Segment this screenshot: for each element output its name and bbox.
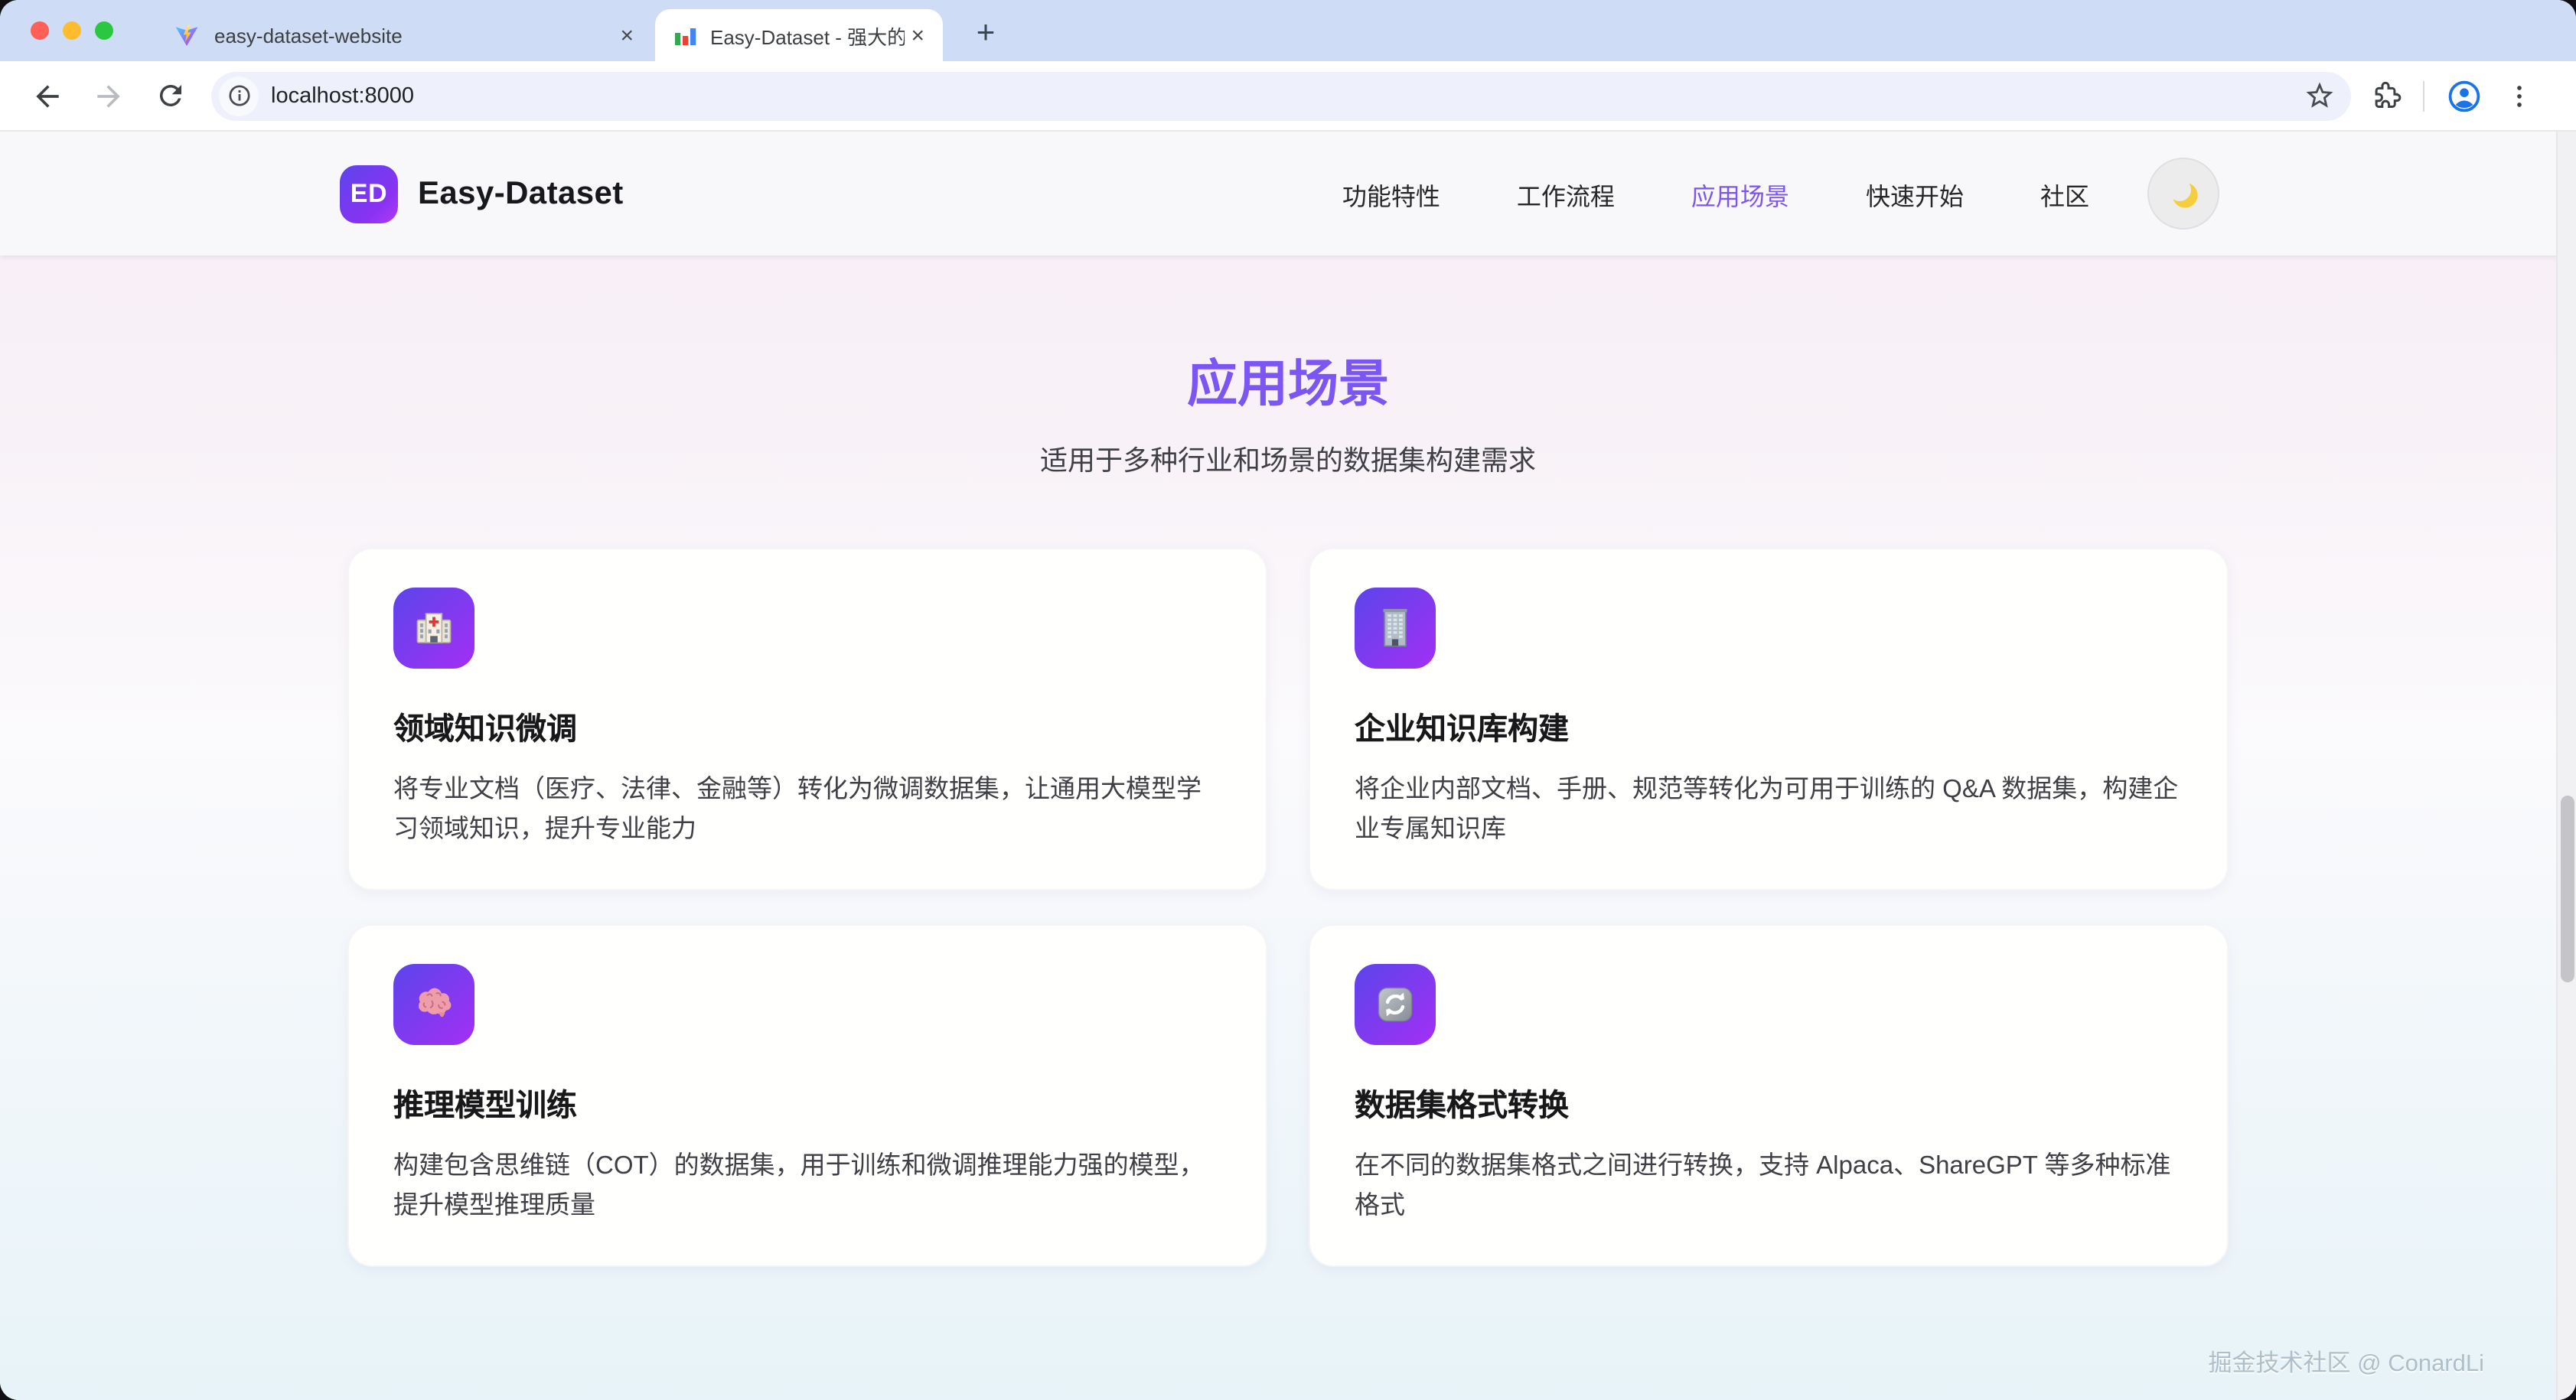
zoom-window-button[interactable]: [95, 21, 113, 40]
extensions-puzzle-icon[interactable]: [2369, 80, 2402, 112]
card-title: 企业知识库构建: [1355, 704, 2183, 748]
traffic-lights: [31, 21, 113, 40]
bookmark-star-icon[interactable]: [2304, 80, 2336, 112]
nav-item-use-cases[interactable]: 应用场景: [1691, 175, 1789, 212]
nav-item-features[interactable]: 功能特性: [1342, 175, 1440, 212]
card-title: 领域知识微调: [393, 704, 1221, 748]
browser-tab-easy-dataset-active[interactable]: Easy-Dataset - 强大的大语言模 ×: [655, 9, 943, 61]
logo-monogram-tile: ED: [340, 164, 398, 223]
refresh-icon: [1371, 981, 1419, 1028]
brain-icon: [410, 981, 458, 1028]
vite-icon: [174, 23, 199, 47]
url-text: localhost:8000: [271, 83, 2304, 108]
use-cases-section: 应用场景 适用于多种行业和场景的数据集构建需求: [0, 256, 2576, 479]
card-description: 在不同的数据集格式之间进行转换，支持 Alpaca、ShareGPT 等多种标准…: [1355, 1146, 2183, 1227]
main-nav: 功能特性 工作流程 应用场景 快速开始 社区: [1342, 175, 2089, 212]
watermark-text: 掘金技术社区 @ ConardLi: [2209, 1345, 2485, 1379]
close-tab-icon[interactable]: ×: [614, 21, 640, 50]
office-building-icon: [1371, 604, 1419, 652]
nav-item-community[interactable]: 社区: [2040, 175, 2089, 212]
tab-title: easy-dataset-website: [214, 24, 614, 47]
brand-logo[interactable]: ED Easy-Dataset: [340, 164, 624, 223]
back-arrow-icon: [31, 79, 64, 112]
site-header: ED Easy-Dataset 功能特性 工作流程 应用场景 快速开始 社区: [0, 132, 2576, 256]
close-window-button[interactable]: [31, 21, 49, 40]
profile-avatar-icon[interactable]: [2446, 77, 2483, 114]
moon-icon: [2165, 175, 2202, 212]
bar-chart-icon: [673, 23, 698, 47]
card-description: 将企业内部文档、手册、规范等转化为可用于训练的 Q&A 数据集，构建企业专属知识…: [1355, 770, 2183, 851]
card-icon-tile: [393, 588, 474, 669]
card-enterprise-knowledge-base: 企业知识库构建 将企业内部文档、手册、规范等转化为可用于训练的 Q&A 数据集，…: [1309, 548, 2229, 890]
hospital-icon: [410, 604, 458, 652]
info-icon: [226, 83, 252, 109]
use-case-cards-grid: 领域知识微调 将专业文档（医疗、法律、金融等）转化为微调数据集，让通用大模型学习…: [347, 548, 2229, 1266]
card-reasoning-model-training: 推理模型训练 构建包含思维链（COT）的数据集，用于训练和微调推理能力强的模型，…: [347, 924, 1267, 1267]
toolbar-divider: [2423, 80, 2424, 111]
browser-tab-easy-dataset-website[interactable]: easy-dataset-website ×: [153, 9, 655, 61]
kebab-menu-icon[interactable]: [2504, 80, 2535, 111]
card-title: 推理模型训练: [393, 1080, 1221, 1125]
page-viewport: ED Easy-Dataset 功能特性 工作流程 应用场景 快速开始 社区 应…: [0, 132, 2576, 1400]
card-icon-tile: [1355, 964, 1436, 1045]
card-description: 构建包含思维链（COT）的数据集，用于训练和微调推理能力强的模型，提升模型推理质…: [393, 1146, 1221, 1227]
new-tab-button[interactable]: +: [964, 12, 1007, 55]
section-title: 应用场景: [0, 343, 2576, 416]
site-info-button[interactable]: [219, 76, 259, 116]
browser-toolbar: localhost:8000: [0, 61, 2576, 132]
address-bar[interactable]: localhost:8000: [211, 71, 2351, 120]
scrollbar-thumb[interactable]: [2561, 796, 2574, 982]
card-description: 将专业文档（医疗、法律、金融等）转化为微调数据集，让通用大模型学习领域知识，提升…: [393, 770, 1221, 851]
tab-title: Easy-Dataset - 强大的大语言模: [710, 21, 905, 50]
brand-name: Easy-Dataset: [418, 175, 624, 212]
forward-button[interactable]: [89, 76, 129, 116]
card-dataset-format-conversion: 数据集格式转换 在不同的数据集格式之间进行转换，支持 Alpaca、ShareG…: [1309, 924, 2229, 1267]
card-domain-finetuning: 领域知识微调 将专业文档（医疗、法律、金融等）转化为微调数据集，让通用大模型学习…: [347, 548, 1267, 890]
theme-toggle-button[interactable]: [2147, 158, 2219, 230]
tab-strip: easy-dataset-website × Easy-Dataset - 强大…: [0, 0, 2576, 61]
reload-icon: [154, 80, 186, 112]
card-icon-tile: [1355, 588, 1436, 669]
nav-item-workflow[interactable]: 工作流程: [1517, 175, 1615, 212]
nav-item-quick-start[interactable]: 快速开始: [1866, 175, 1964, 212]
reload-button[interactable]: [150, 76, 190, 116]
browser-window: easy-dataset-website × Easy-Dataset - 强大…: [0, 0, 2576, 1400]
card-title: 数据集格式转换: [1355, 1080, 2183, 1125]
back-button[interactable]: [28, 76, 67, 116]
forward-arrow-icon: [92, 79, 126, 112]
close-tab-icon[interactable]: ×: [905, 21, 931, 50]
section-subtitle: 适用于多种行业和场景的数据集构建需求: [0, 439, 2576, 479]
toolbar-right-icons: [2369, 77, 2535, 114]
card-icon-tile: [393, 964, 474, 1045]
minimize-window-button[interactable]: [63, 21, 81, 40]
page-scrollbar[interactable]: [2556, 132, 2576, 1400]
